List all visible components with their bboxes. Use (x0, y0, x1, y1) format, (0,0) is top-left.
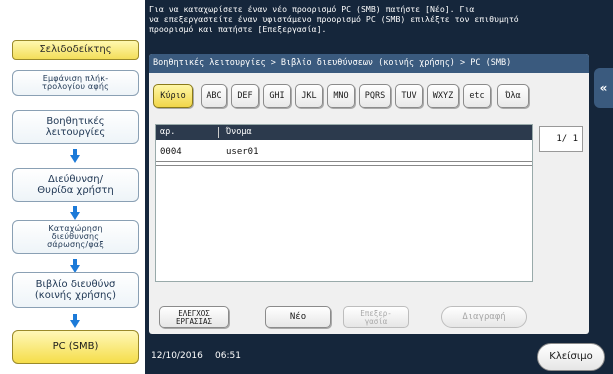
delete-button[interactable]: Διαγραφή (441, 306, 527, 328)
nav-address-book-public[interactable]: Βιβλίο διευθύνσ (κοινής χρήσης) (12, 272, 139, 308)
close-button[interactable]: Κλείσιμο (537, 343, 605, 371)
new-button[interactable]: Νέο (265, 306, 331, 328)
instruction-message: Για να καταχωρίσετε έναν νέο προορισμό P… (149, 4, 519, 34)
status-bar: 12/10/2016 06:51 Κλείσιμο (145, 340, 613, 374)
table-row[interactable]: 0004 user01 (156, 142, 532, 162)
column-header-number: αρ. (160, 127, 176, 137)
tab-abc[interactable]: ABC (201, 84, 227, 108)
tab-tuv[interactable]: TUV (395, 84, 423, 108)
left-panel: Σελιδοδείκτης Εμφάνιση πλήκ- τρολογίου α… (0, 0, 145, 374)
page-indicator: 1/ 1 (539, 126, 583, 152)
status-date: 12/10/2016 (151, 351, 203, 361)
tab-ghi[interactable]: GHI (263, 84, 291, 108)
nav-scan-fax-registration[interactable]: Καταχώρηση διεύθυνσης σάρωσης/φαξ (12, 220, 139, 254)
tab-jkl[interactable]: JKL (295, 84, 323, 108)
row-divider (156, 165, 532, 166)
show-touch-keyboard-button[interactable]: Εμφάνιση πλήκ- τρολογίου αφής (12, 70, 139, 96)
tab-mno[interactable]: MNO (327, 84, 355, 108)
down-arrow-icon (70, 149, 80, 163)
breadcrumb: Βοηθητικές λειτουργίες > Βιβλίο διευθύνσ… (149, 54, 589, 73)
tab-wxyz[interactable]: WXYZ (427, 84, 459, 108)
tab-etc[interactable]: etc (463, 84, 491, 108)
column-divider (218, 127, 219, 138)
down-arrow-icon (70, 206, 80, 220)
content-area: Βοηθητικές λειτουργίες > Βιβλίο διευθύνσ… (149, 54, 589, 334)
column-header-name: Όνομα (226, 127, 252, 137)
edit-button[interactable]: Επεξερ- γασία (343, 306, 409, 328)
nav-address-user-box[interactable]: Διεύθυνση/ Θυρίδα χρήστη (12, 168, 139, 202)
main-panel: Για να καταχωρίσετε έναν νέο προορισμό P… (145, 0, 613, 374)
nav-utility-functions[interactable]: Βοηθητικές λειτουργίες (12, 110, 139, 144)
row-name: user01 (226, 147, 259, 157)
collapse-panel-icon[interactable]: « (594, 68, 613, 108)
nav-pc-smb[interactable]: PC (SMB) (12, 330, 139, 364)
check-job-button[interactable]: ΕΛΕΓΧΟΣ ΕΡΓΑΣΙΑΣ (159, 306, 229, 328)
down-arrow-icon (70, 314, 80, 328)
tab-main[interactable]: Κύριο (153, 84, 193, 108)
table-header: αρ. Όνομα (156, 125, 532, 140)
tab-pqrs[interactable]: PQRS (359, 84, 391, 108)
address-table: αρ. Όνομα 0004 user01 (155, 124, 533, 282)
bookmark-button[interactable]: Σελιδοδείκτης (12, 40, 139, 60)
row-number: 0004 (160, 147, 182, 157)
tab-all[interactable]: Όλα (497, 84, 529, 108)
tab-def[interactable]: DEF (231, 84, 259, 108)
status-time: 06:51 (215, 351, 241, 361)
